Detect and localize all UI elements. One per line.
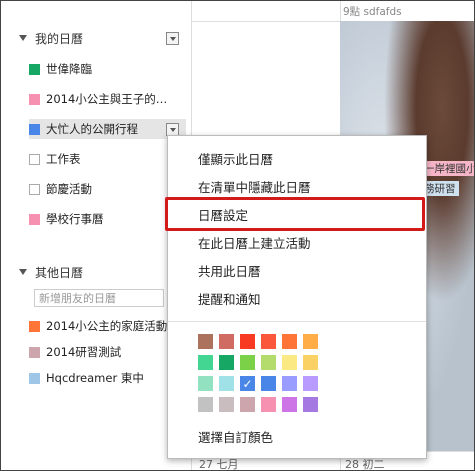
- calendar-list-item[interactable]: 大忙人的公開行程: [29, 119, 186, 139]
- color-chip[interactable]: [240, 334, 255, 349]
- color-chip[interactable]: ✓: [240, 376, 255, 391]
- custom-color-link[interactable]: 選擇自訂顏色: [198, 424, 273, 448]
- calendar-label: 世偉降臨: [46, 62, 92, 76]
- menu-item[interactable]: 共用此日曆: [198, 258, 261, 282]
- calendar-color-swatch[interactable]: [29, 320, 40, 332]
- calendar-label: 2014研習測試: [46, 345, 122, 359]
- calendar-list-item[interactable]: 工作表: [29, 149, 81, 169]
- section-title: 其他日曆: [35, 265, 84, 280]
- calendar-color-swatch[interactable]: [29, 153, 40, 165]
- calendar-list-item[interactable]: Hqcdreamer 東中: [29, 368, 144, 388]
- color-chip[interactable]: [303, 376, 318, 391]
- color-chip[interactable]: [282, 376, 297, 391]
- color-chip[interactable]: [198, 397, 213, 412]
- app-window: 9點 sdfafds 一岸裡國小 務研習 27 七月 28 初二 我的日曆 世偉…: [0, 0, 475, 471]
- color-chip[interactable]: [219, 355, 234, 370]
- calendar-label: 大忙人的公開行程: [46, 122, 138, 136]
- highlight-annotation: [165, 197, 425, 231]
- other-calendars-header[interactable]: 其他日曆: [19, 263, 83, 281]
- calendar-label: Hqcdreamer 東中: [46, 371, 144, 385]
- calendar-options-menu: 僅顯示此日曆 在清單中隱藏此日曆 日曆設定 在此日曆上建立活動 共用此日曆 提醒和通知 ✓…: [167, 135, 427, 459]
- collapse-triangle-icon: [19, 269, 27, 275]
- color-chip[interactable]: [240, 355, 255, 370]
- color-chip[interactable]: [261, 376, 276, 391]
- color-chip[interactable]: [303, 397, 318, 412]
- color-chip[interactable]: [282, 397, 297, 412]
- menu-item[interactable]: 提醒和通知: [198, 286, 261, 310]
- calendar-list-item[interactable]: 2014小公主的家庭活動: [29, 316, 167, 336]
- calendar-label: 2014小公主與王子的…: [46, 92, 168, 106]
- calendar-color-swatch[interactable]: [29, 183, 40, 195]
- color-chip[interactable]: [282, 334, 297, 349]
- menu-item[interactable]: 僅顯示此日曆: [198, 146, 273, 170]
- calendar-color-swatch[interactable]: [29, 63, 40, 75]
- my-calendars-header[interactable]: 我的日曆: [19, 29, 83, 47]
- calendar-label: 節慶活動: [46, 182, 92, 196]
- menu-item[interactable]: 在此日曆上建立活動: [198, 230, 311, 254]
- calendar-list-item[interactable]: 2014研習測試: [29, 342, 121, 362]
- color-chip[interactable]: [261, 334, 276, 349]
- color-chip[interactable]: [219, 376, 234, 391]
- my-calendars-settings-dropdown[interactable]: [166, 32, 179, 45]
- calendar-list-item[interactable]: 世偉降臨: [29, 59, 92, 79]
- calendar-list-item[interactable]: 2014小公主與王子的…: [29, 89, 167, 109]
- calendar-label: 2014小公主的家庭活動: [46, 319, 168, 333]
- calendar-color-swatch[interactable]: [29, 346, 40, 358]
- color-chip[interactable]: [198, 334, 213, 349]
- color-chip[interactable]: [198, 376, 213, 391]
- event-chip[interactable]: 一岸裡國小: [421, 161, 474, 176]
- calendar-color-swatch[interactable]: [29, 213, 40, 225]
- color-chip[interactable]: [303, 334, 318, 349]
- menu-divider: [168, 321, 426, 322]
- color-chip[interactable]: [261, 397, 276, 412]
- color-chip[interactable]: [219, 397, 234, 412]
- event-label[interactable]: 9點 sdfafds: [343, 4, 402, 19]
- calendar-label: 工作表: [46, 152, 81, 166]
- calendar-color-swatch[interactable]: [29, 93, 40, 105]
- color-chip[interactable]: [240, 397, 255, 412]
- checkmark-icon: ✓: [242, 376, 253, 391]
- color-chip[interactable]: [282, 355, 297, 370]
- collapse-triangle-icon: [19, 35, 27, 41]
- calendar-list-item[interactable]: 學校行事曆: [29, 209, 104, 229]
- calendar-label: 學校行事曆: [46, 212, 104, 226]
- sidebar: 我的日曆 世偉降臨 2014小公主與王子的… 大忙人的公開行程 工作表節慶活動學校行事…: [1, 1, 191, 470]
- calendar-list-item[interactable]: 節慶活動: [29, 179, 92, 199]
- color-chip[interactable]: [261, 355, 276, 370]
- section-title: 我的日曆: [35, 31, 84, 46]
- calendar-color-swatch[interactable]: [29, 372, 40, 384]
- color-chip[interactable]: [219, 334, 234, 349]
- color-chip[interactable]: [198, 355, 213, 370]
- calendar-color-swatch[interactable]: [29, 123, 40, 135]
- color-chip[interactable]: [303, 355, 318, 370]
- menu-item[interactable]: 在清單中隱藏此日曆: [198, 174, 311, 198]
- add-friend-calendar-input[interactable]: [34, 289, 164, 307]
